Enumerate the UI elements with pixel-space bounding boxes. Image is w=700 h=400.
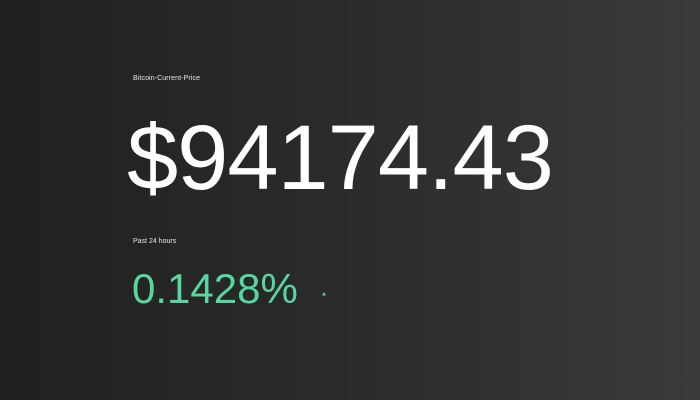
current-price: $94174.43 [127,107,554,209]
up-arrow-icon [320,285,328,296]
change-percent: 0.1428% [132,265,298,312]
period-label: Past 24 hours [133,238,177,245]
ticker-title: Bitcoin-Current-Price [133,75,201,82]
change-row: 0.1428% [132,268,328,310]
price-ticker: Bitcoin-Current-Price $94174.43 Past 24 … [127,0,673,400]
